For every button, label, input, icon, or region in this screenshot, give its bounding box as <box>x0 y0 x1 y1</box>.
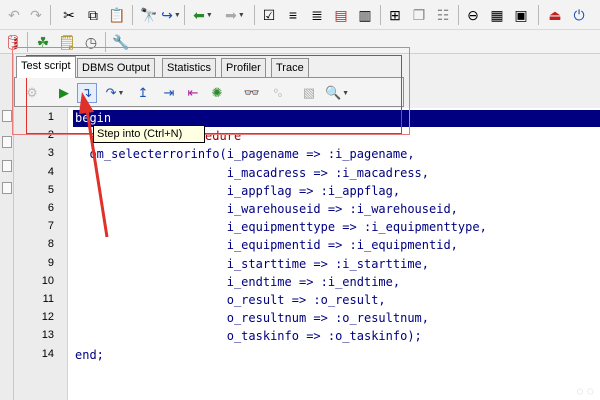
step-into-tooltip: Step into (Ctrl+N) <box>93 125 205 143</box>
annotation-arrow <box>79 92 109 238</box>
